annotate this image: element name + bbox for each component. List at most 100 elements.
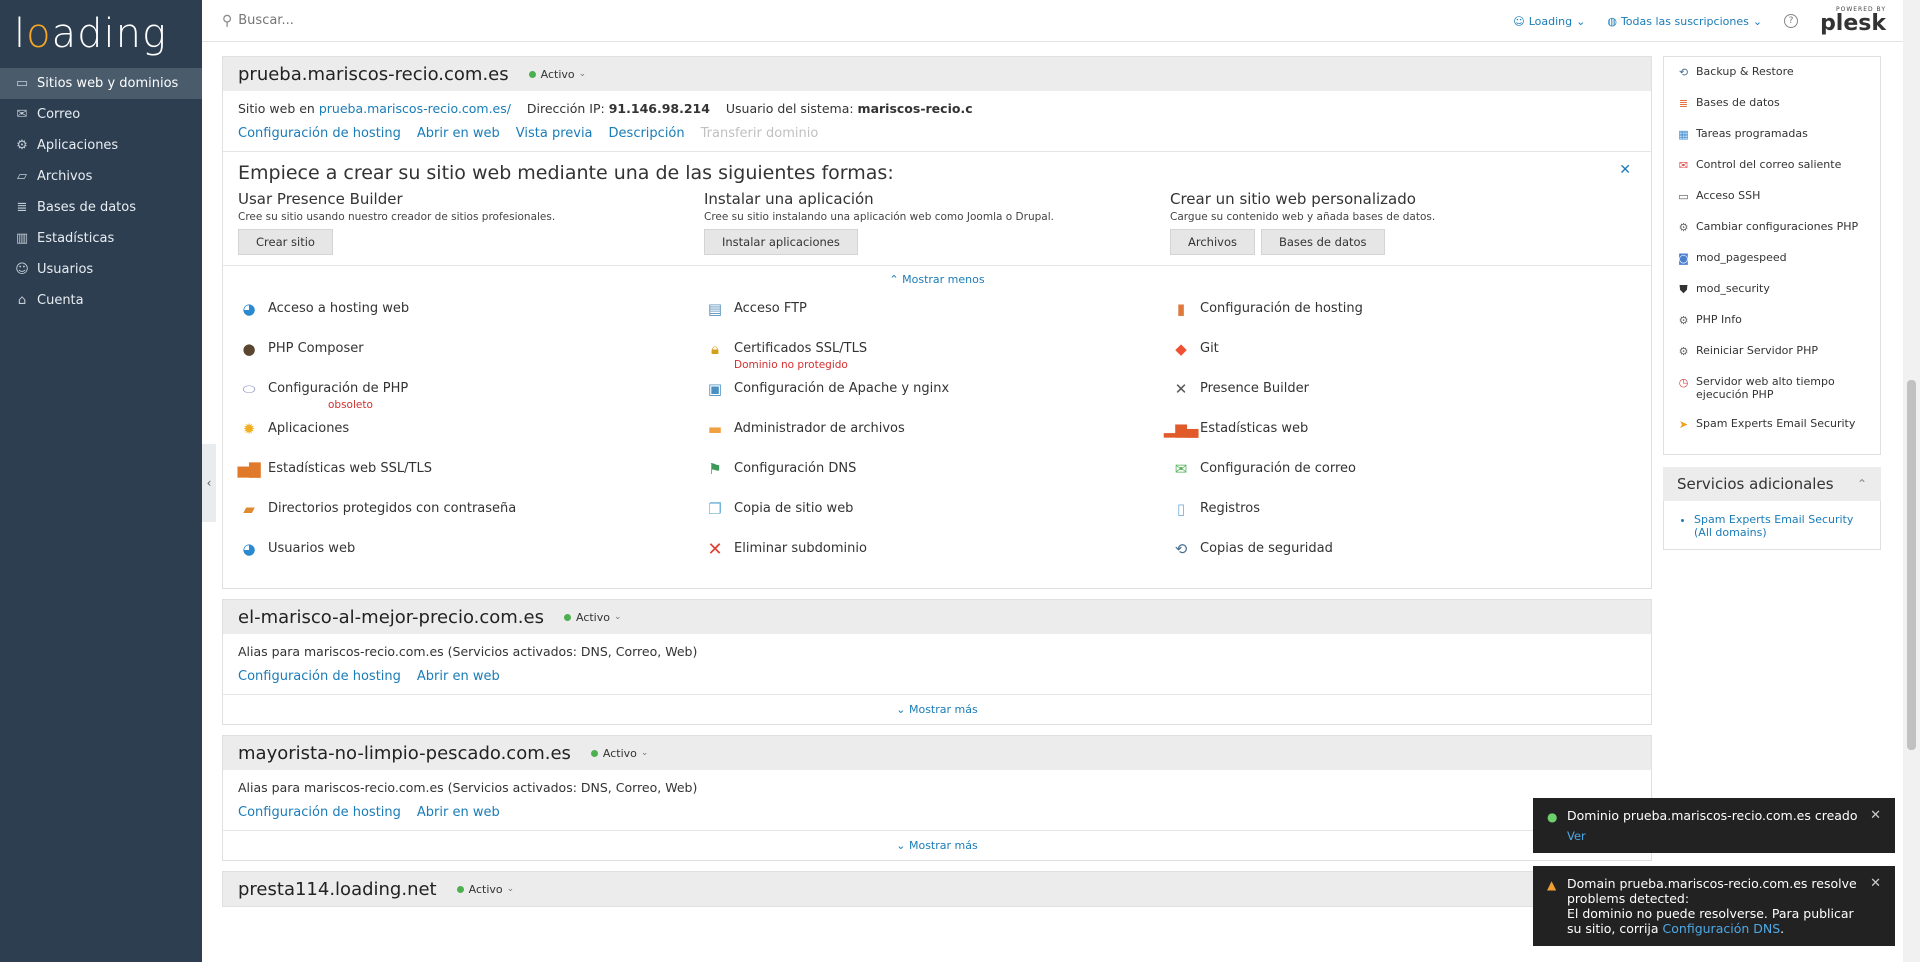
restart-icon: ⚙ xyxy=(1678,345,1689,358)
tool-backups[interactable]: ⟲ Copias de seguridad xyxy=(1170,538,1636,578)
pagespeed-icon: ◙ xyxy=(1678,252,1689,265)
status-badge[interactable]: Activo ⌄ xyxy=(456,883,514,896)
sidebar-nav: ▭ Sitios web y dominios ✉ Correo ⚙ Aplicaci… xyxy=(0,68,202,316)
tool-hosting-settings[interactable]: ▮ Configuración de hosting xyxy=(1170,298,1636,338)
tool-ssl-certificates[interactable]: 🔒︎ Certificados SSL/TLS Dominio no protegi… xyxy=(704,338,1170,378)
sidebar-collapse-button[interactable]: ‹ xyxy=(202,444,216,522)
databases-button[interactable]: Bases de datos xyxy=(1260,229,1385,255)
sidebar-item-account[interactable]: ⌂ Cuenta xyxy=(0,285,202,316)
ssl-warning[interactable]: Dominio no protegido xyxy=(734,359,867,371)
sidebar-item-websites[interactable]: ▭ Sitios web y dominios xyxy=(0,68,202,99)
rp-databases[interactable]: ≣ Bases de datos xyxy=(1676,96,1868,127)
toast-success: ● Dominio prueba.mariscos-recio.com.es c… xyxy=(1533,798,1895,853)
sidebar-item-statistics[interactable]: ▥ Estadísticas xyxy=(0,223,202,254)
rp-outgoing-mail[interactable]: ✉ Control del correo saliente xyxy=(1676,158,1868,189)
additional-services-list: Spam Experts Email Security (All domains… xyxy=(1663,501,1881,550)
builder-icon: ✕ xyxy=(1174,380,1188,398)
domain-name[interactable]: mayorista-no-limpio-pescado.com.es xyxy=(238,743,571,764)
status-badge[interactable]: Activo ⌄ xyxy=(590,747,648,760)
timer-icon: ◷ xyxy=(1678,376,1689,389)
rp-ssh-access[interactable]: ▭ Acceso SSH xyxy=(1676,189,1868,220)
status-badge[interactable]: Activo ⌄ xyxy=(528,68,586,81)
user-menu[interactable]: ☺ Loading ⌄ xyxy=(1513,15,1585,28)
hosting-settings-link[interactable]: Configuración de hosting xyxy=(238,669,401,684)
rp-mod-pagespeed[interactable]: ◙ mod_pagespeed xyxy=(1676,251,1868,282)
tool-protected-directories[interactable]: ▰ Directorios protegidos con contraseña xyxy=(238,498,704,538)
scrollbar-thumb[interactable] xyxy=(1907,380,1916,750)
hosting-settings-link[interactable]: Configuración de hosting xyxy=(238,805,401,820)
site-url-link[interactable]: prueba.mariscos-recio.com.es/ xyxy=(319,101,511,116)
hosting-settings-link[interactable]: Configuración de hosting xyxy=(238,126,401,141)
tool-web-statistics[interactable]: ▂▆▄ Estadísticas web xyxy=(1163,418,1636,458)
transfer-domain-link: Transferir dominio xyxy=(700,126,819,141)
rp-php-info[interactable]: ⚙ PHP Info xyxy=(1676,313,1868,344)
domain-name[interactable]: prueba.mariscos-recio.com.es xyxy=(238,64,509,85)
rp-php-settings[interactable]: ⚙ Cambiar configuraciones PHP xyxy=(1676,220,1868,251)
toast-view-link[interactable]: Ver xyxy=(1567,829,1586,843)
tool-ftp-access[interactable]: ▤ Acceso FTP xyxy=(704,298,1170,338)
sidebar-item-users[interactable]: ☺ Usuarios xyxy=(0,254,202,285)
tool-remove-subdomain[interactable]: ✕ Eliminar subdominio xyxy=(704,538,1170,578)
spam-experts-all-domains-link[interactable]: Spam Experts Email Security (All domains… xyxy=(1694,513,1853,539)
rp-mod-security[interactable]: ⛊ mod_security xyxy=(1676,282,1868,313)
warning-icon: ▲ xyxy=(1547,878,1557,892)
open-in-web-link[interactable]: Abrir en web xyxy=(417,805,500,820)
install-apps-button[interactable]: Instalar aplicaciones xyxy=(704,229,858,255)
open-in-web-link[interactable]: Abrir en web xyxy=(417,669,500,684)
open-in-web-link[interactable]: Abrir en web xyxy=(417,126,500,141)
status-badge[interactable]: Activo ⌄ xyxy=(563,611,622,624)
tool-mail-settings[interactable]: ✉ Configuración de correo xyxy=(1170,458,1636,498)
copy-icon: ❐ xyxy=(708,500,722,518)
tool-dns-settings[interactable]: ⚑ Configuración DNS xyxy=(704,458,1170,498)
tool-applications[interactable]: ✹ Aplicaciones xyxy=(238,418,704,458)
tool-php-composer[interactable]: ● PHP Composer xyxy=(238,338,704,378)
mail-out-icon: ✉ xyxy=(1678,159,1689,172)
preview-link[interactable]: Vista previa xyxy=(516,126,593,141)
tool-web-users[interactable]: ◕ Usuarios web xyxy=(238,538,704,578)
main-content: prueba.mariscos-recio.com.es Activo ⌄ Sit… xyxy=(222,56,1652,962)
close-icon[interactable]: ✕ xyxy=(1619,162,1631,184)
stats-icon: ▂▆▄ xyxy=(1163,420,1199,438)
folder-icon: ▱ xyxy=(17,169,27,184)
show-more-toggle[interactable]: ⌄ Mostrar más xyxy=(223,830,1651,860)
rp-restart-php[interactable]: ⚙ Reiniciar Servidor PHP xyxy=(1676,344,1868,375)
files-button[interactable]: Archivos xyxy=(1170,229,1255,255)
additional-services-header[interactable]: Servicios adicionales ⌃ xyxy=(1663,467,1881,501)
tool-web-statistics-ssl[interactable]: ▅▇ Estadísticas web SSL/TLS xyxy=(237,458,704,498)
chevron-down-icon: ⌄ xyxy=(1752,14,1763,28)
rp-spam-experts[interactable]: ➤ Spam Experts Email Security xyxy=(1676,417,1868,448)
tools-grid: ◕ Acceso a hosting web ▤ Acceso FTP ▮ Confi… xyxy=(223,290,1651,588)
rp-backup-restore[interactable]: ⟲ Backup & Restore xyxy=(1676,65,1868,96)
tool-git[interactable]: ◆ Git xyxy=(1170,338,1636,378)
sidebar-item-applications[interactable]: ⚙ Aplicaciones xyxy=(0,130,202,161)
dns-settings-link[interactable]: Configuración DNS xyxy=(1663,921,1781,936)
tool-website-copy[interactable]: ❐ Copia de sitio web xyxy=(704,498,1170,538)
logs-icon: ▯ xyxy=(1176,500,1186,518)
sidebar-item-databases[interactable]: ≣ Bases de datos xyxy=(0,192,202,223)
description-link[interactable]: Descripción xyxy=(609,126,685,141)
search-input[interactable] xyxy=(238,13,619,28)
show-less-toggle[interactable]: ⌃ Mostrar menos xyxy=(223,266,1651,290)
domain-card: presta114.loading.net Activo ⌄ xyxy=(222,871,1652,907)
tool-php-settings[interactable]: ⬭ Configuración de PHP obsoleto xyxy=(238,378,704,418)
tool-logs[interactable]: ▯ Registros xyxy=(1170,498,1636,538)
tool-web-hosting-access[interactable]: ◕ Acceso a hosting web xyxy=(238,298,704,338)
tool-apache-nginx[interactable]: ▣ Configuración de Apache y nginx xyxy=(704,378,1170,418)
close-icon[interactable]: ✕ xyxy=(1870,876,1881,891)
domain-name[interactable]: el-marisco-al-mejor-precio.com.es xyxy=(238,607,544,628)
rp-php-timeout[interactable]: ◷ Servidor web alto tiempo ejecución PHP xyxy=(1676,375,1868,417)
tool-presence-builder[interactable]: ✕ Presence Builder xyxy=(1170,378,1636,418)
page-scrollbar[interactable] xyxy=(1903,0,1920,962)
close-icon[interactable]: ✕ xyxy=(1870,808,1881,823)
subscriptions-menu[interactable]: ◍ Todas las suscripciones ⌄ xyxy=(1607,15,1762,28)
sidebar-item-files[interactable]: ▱ Archivos xyxy=(0,161,202,192)
sidebar-item-mail[interactable]: ✉ Correo xyxy=(0,99,202,130)
tool-file-manager[interactable]: ▬ Administrador de archivos xyxy=(704,418,1170,458)
help-icon[interactable]: ? xyxy=(1784,14,1799,28)
option-custom-site: Crear un sitio web personalizado Cargue … xyxy=(1170,190,1636,255)
domain-name[interactable]: presta114.loading.net xyxy=(238,879,437,900)
rp-scheduled-tasks[interactable]: ▦ Tareas programadas xyxy=(1676,127,1868,158)
create-site-button[interactable]: Crear sitio xyxy=(238,229,333,255)
show-more-toggle[interactable]: ⌄ Mostrar más xyxy=(223,694,1651,724)
logo[interactable]: loading xyxy=(0,0,202,68)
